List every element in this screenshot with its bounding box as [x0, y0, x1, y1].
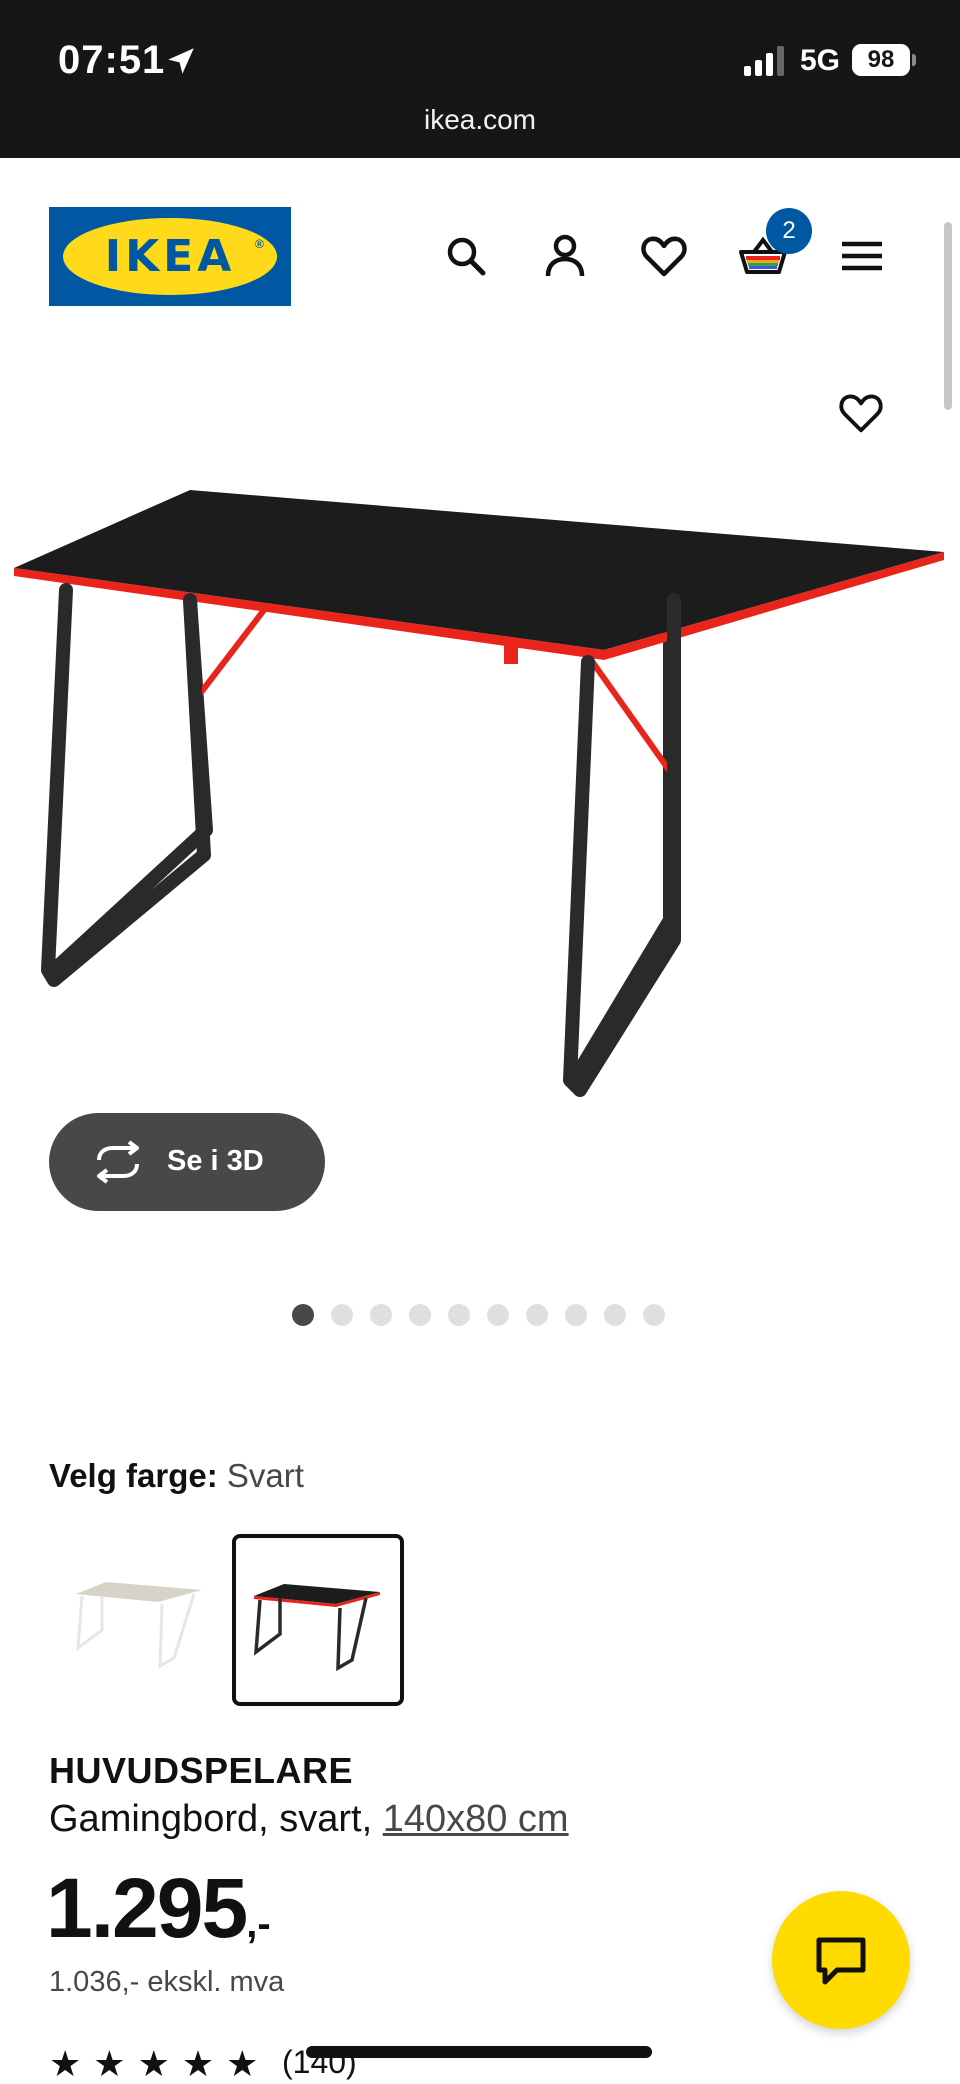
price-suffix: ,-	[246, 1902, 271, 1946]
gallery-dot[interactable]	[448, 1304, 470, 1326]
gallery-dot[interactable]	[331, 1304, 353, 1326]
ikea-logo[interactable]: IKEA ®	[49, 207, 291, 306]
gallery-dot[interactable]	[565, 1304, 587, 1326]
gallery-dot[interactable]	[604, 1304, 626, 1326]
status-bar: 07:51 5G 98 ikea.com	[0, 0, 960, 158]
product-name: HUVUDSPELARE	[49, 1750, 354, 1791]
logo-registered-mark: ®	[255, 237, 264, 251]
product-description: Gamingbord, svart, 140x80 cm	[49, 1798, 569, 1841]
home-indicator	[306, 2046, 652, 2058]
signal-icon	[744, 46, 784, 76]
color-option-white[interactable]	[58, 1536, 222, 1700]
network-type: 5G	[800, 44, 841, 77]
url-bar[interactable]: ikea.com	[0, 104, 960, 136]
rotate-3d-icon	[97, 1140, 139, 1184]
gallery-pagination	[292, 1304, 665, 1326]
search-icon[interactable]	[440, 230, 492, 282]
product-size-link[interactable]: 140x80 cm	[383, 1798, 569, 1840]
battery-indicator: 98	[852, 44, 910, 76]
status-time: 07:51	[58, 38, 166, 82]
selected-color: Svart	[226, 1457, 304, 1494]
desk-thumbnail-white	[76, 1582, 202, 1669]
location-arrow-icon	[168, 48, 194, 74]
price-value: 1.295	[46, 1861, 248, 1955]
price-ex-vat: 1.036,- ekskl. mva	[49, 1966, 285, 1998]
gallery-dot[interactable]	[526, 1304, 548, 1326]
gallery-dot[interactable]	[409, 1304, 431, 1326]
color-label: Velg farge:	[49, 1457, 218, 1494]
gallery-dot[interactable]	[487, 1304, 509, 1326]
star-icon: ★	[226, 2043, 259, 2084]
star-icon: ★	[181, 2043, 215, 2084]
desk-thumbnail-black	[253, 1584, 380, 1672]
color-selection-heading: Velg farge: Svart	[49, 1457, 304, 1495]
gallery-dot[interactable]	[370, 1304, 392, 1326]
view-in-3d-button[interactable]: Se i 3D	[49, 1113, 325, 1211]
gallery-dot[interactable]	[643, 1304, 665, 1326]
gallery-dot[interactable]	[292, 1304, 314, 1326]
star-icon: ★	[49, 2043, 82, 2084]
heart-icon[interactable]	[638, 230, 690, 282]
account-icon[interactable]	[539, 230, 591, 282]
menu-icon[interactable]	[836, 230, 888, 282]
chat-icon	[816, 1937, 866, 1985]
battery-cap	[912, 54, 916, 66]
rating-stars[interactable]: ★ ★ ★ ★ ★	[49, 2046, 258, 2082]
page-scrollbar[interactable]	[944, 222, 952, 410]
chat-button[interactable]	[772, 1891, 910, 2029]
color-option-black[interactable]	[232, 1534, 404, 1706]
star-icon: ★	[93, 2043, 126, 2084]
add-to-favourites-icon[interactable]	[836, 388, 886, 438]
product-image[interactable]	[14, 490, 946, 1110]
cart-count-badge: 2	[766, 208, 812, 254]
star-icon: ★	[137, 2043, 170, 2084]
view-in-3d-label: Se i 3D	[167, 1145, 264, 1177]
product-type: Gamingbord, svart,	[49, 1798, 373, 1840]
product-price: 1.295,-	[46, 1860, 271, 1957]
